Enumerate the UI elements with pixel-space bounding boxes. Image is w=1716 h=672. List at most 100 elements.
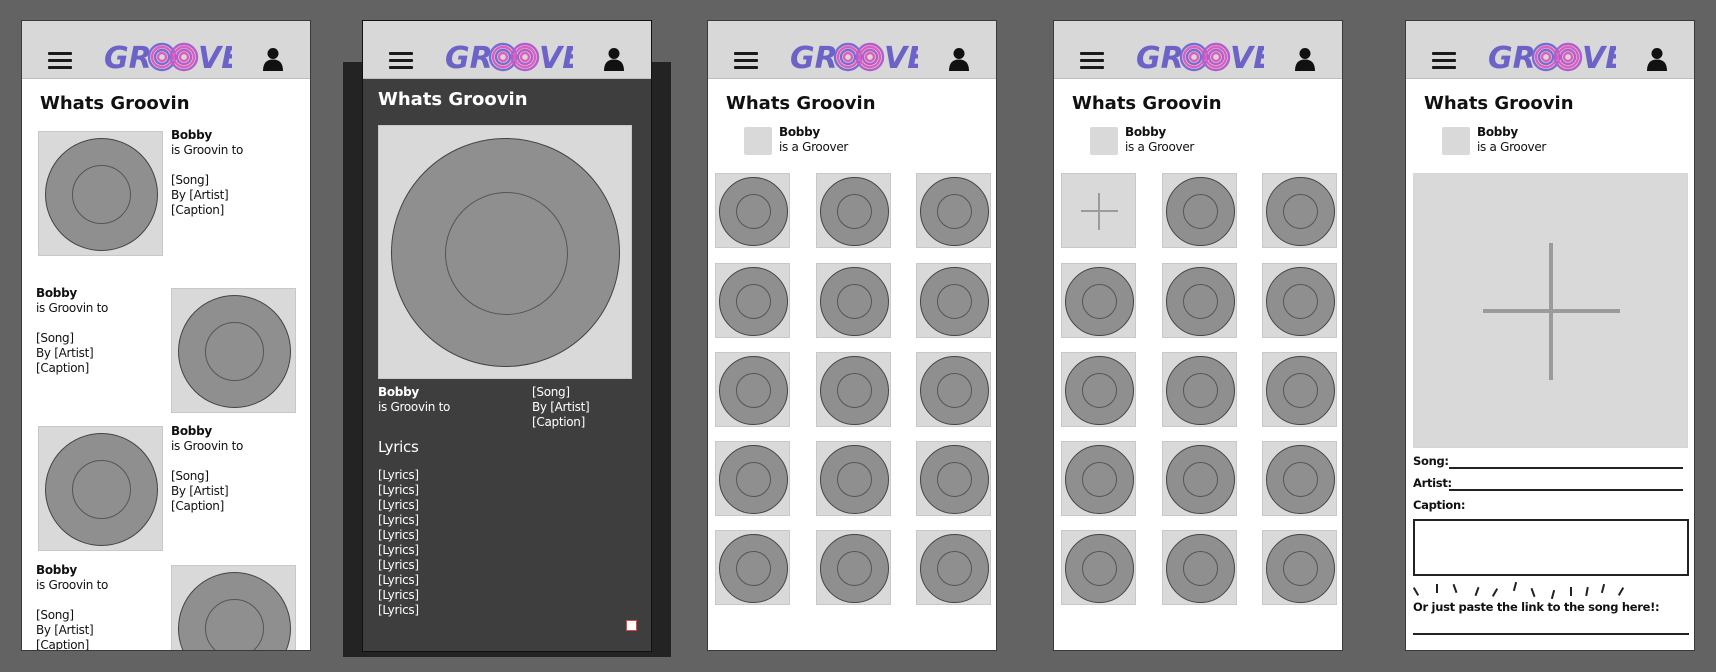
song-thumbnail[interactable]: [1162, 263, 1237, 338]
song-thumbnail[interactable]: [715, 441, 790, 516]
disc-icon: [719, 177, 788, 246]
page-title: Whats Groovin: [1072, 93, 1222, 114]
post-text: Bobby is Groovin to [Song] By [Artist] [Capt…: [171, 128, 244, 217]
groove-logo: GR VE: [1488, 41, 1616, 75]
song-thumbnail[interactable]: [816, 352, 891, 427]
user-icon[interactable]: [263, 47, 283, 71]
post-user: Bobby: [171, 128, 212, 142]
album-art[interactable]: [38, 426, 163, 551]
song-thumbnail[interactable]: [916, 530, 991, 605]
song-thumbnail[interactable]: [916, 173, 991, 248]
svg-text:GR: GR: [790, 41, 838, 75]
user-icon[interactable]: [949, 47, 969, 71]
album-art[interactable]: [38, 131, 163, 256]
disc-icon: [1166, 177, 1235, 246]
song-thumbnail[interactable]: [715, 530, 790, 605]
add-song-button[interactable]: [1061, 173, 1136, 248]
artist-input[interactable]: [1449, 489, 1683, 491]
profile-header: Bobby is a Groover: [1477, 125, 1547, 154]
song-thumbnail[interactable]: [916, 352, 991, 427]
page-title: Whats Groovin: [726, 93, 876, 114]
top-bar: GR VE: [1054, 21, 1342, 79]
song-info: [Song] By [Artist] [Caption]: [532, 385, 590, 429]
disc-icon: [920, 534, 989, 603]
song-thumbnail[interactable]: [715, 263, 790, 338]
song-thumbnail[interactable]: [1061, 263, 1136, 338]
song-thumbnail[interactable]: [816, 441, 891, 516]
avatar[interactable]: [1442, 127, 1470, 155]
screen-add-song: GR VE Whats Groovin Bobbyis a Groover Son…: [1405, 20, 1695, 651]
disc-icon: [1266, 267, 1335, 336]
disc-icon: [820, 177, 889, 246]
song-input[interactable]: [1449, 467, 1683, 469]
song-thumbnail[interactable]: [1061, 530, 1136, 605]
disc-icon: [1065, 356, 1134, 425]
svg-text:GR: GR: [104, 41, 152, 75]
page-title: Whats Groovin: [1424, 93, 1574, 114]
song-thumbnail[interactable]: [1262, 173, 1337, 248]
song-thumbnail[interactable]: [1262, 441, 1337, 516]
user-icon[interactable]: [604, 47, 624, 71]
disc-icon: [1166, 534, 1235, 603]
song-thumbnail[interactable]: [1061, 352, 1136, 427]
caption-input[interactable]: [1413, 519, 1689, 576]
groove-logo: GR VE: [790, 41, 918, 75]
disc-icon: [1065, 445, 1134, 514]
disc-icon: [719, 534, 788, 603]
disc-icon: [1266, 356, 1335, 425]
disc-icon: [920, 356, 989, 425]
song-thumbnail[interactable]: [816, 530, 891, 605]
disc-icon: [719, 267, 788, 336]
song-thumbnail[interactable]: [816, 263, 891, 338]
song-thumbnail[interactable]: [715, 173, 790, 248]
hint-mark: [1550, 589, 1556, 600]
paste-link-label: Or just paste the link to the song here!…: [1413, 600, 1660, 614]
upload-art-button[interactable]: [1413, 173, 1688, 448]
menu-icon[interactable]: [389, 52, 413, 70]
page-title: Whats Groovin: [40, 93, 190, 114]
disc-icon: [1266, 534, 1335, 603]
hint-mark: [1452, 583, 1458, 594]
menu-icon[interactable]: [1080, 52, 1104, 70]
song-thumbnail[interactable]: [715, 352, 790, 427]
album-art[interactable]: [171, 565, 296, 650]
post-text: Bobby is Groovin to [Song] By [Artist] [Capt…: [36, 563, 109, 651]
song-thumbnail[interactable]: [1162, 441, 1237, 516]
disc-icon: [1266, 445, 1335, 514]
avatar[interactable]: [744, 127, 772, 155]
song-thumbnail[interactable]: [916, 441, 991, 516]
svg-text:VE: VE: [198, 41, 232, 75]
song-thumbnail[interactable]: [1162, 352, 1237, 427]
disc-icon: [920, 445, 989, 514]
disc-icon: [1065, 534, 1134, 603]
album-art[interactable]: [171, 288, 296, 413]
song-thumbnail[interactable]: [1162, 530, 1237, 605]
post-text: Bobby is Groovin to [Song] By [Artist] [Capt…: [171, 424, 244, 513]
menu-icon[interactable]: [734, 52, 758, 70]
top-bar: GR VE: [22, 21, 310, 79]
svg-text:GR: GR: [445, 41, 493, 75]
song-thumbnail[interactable]: [816, 173, 891, 248]
song-thumbnail[interactable]: [1262, 530, 1337, 605]
screen-song-detail: GR VE Whats Groovin Bobbyis Groovin to [S…: [362, 20, 652, 652]
disc-icon: [1166, 267, 1235, 336]
top-bar: GR VE: [1406, 21, 1694, 79]
hint-mark: [1412, 587, 1420, 596]
song-thumbnail[interactable]: [1262, 263, 1337, 338]
menu-icon[interactable]: [48, 52, 72, 70]
album-art-large[interactable]: [378, 125, 632, 379]
song-thumbnail[interactable]: [1162, 173, 1237, 248]
svg-text:GR: GR: [1488, 41, 1536, 75]
close-checkbox[interactable]: [626, 620, 637, 631]
disc-icon: [920, 177, 989, 246]
menu-icon[interactable]: [1432, 52, 1456, 70]
song-thumbnail[interactable]: [916, 263, 991, 338]
song-thumbnail[interactable]: [1061, 441, 1136, 516]
user-icon[interactable]: [1295, 47, 1315, 71]
user-icon[interactable]: [1647, 47, 1667, 71]
post-user: Bobby: [36, 286, 77, 300]
paste-link-input[interactable]: [1413, 633, 1689, 635]
song-thumbnail[interactable]: [1262, 352, 1337, 427]
avatar[interactable]: [1090, 127, 1118, 155]
groove-logo: GR VE: [1136, 41, 1264, 75]
